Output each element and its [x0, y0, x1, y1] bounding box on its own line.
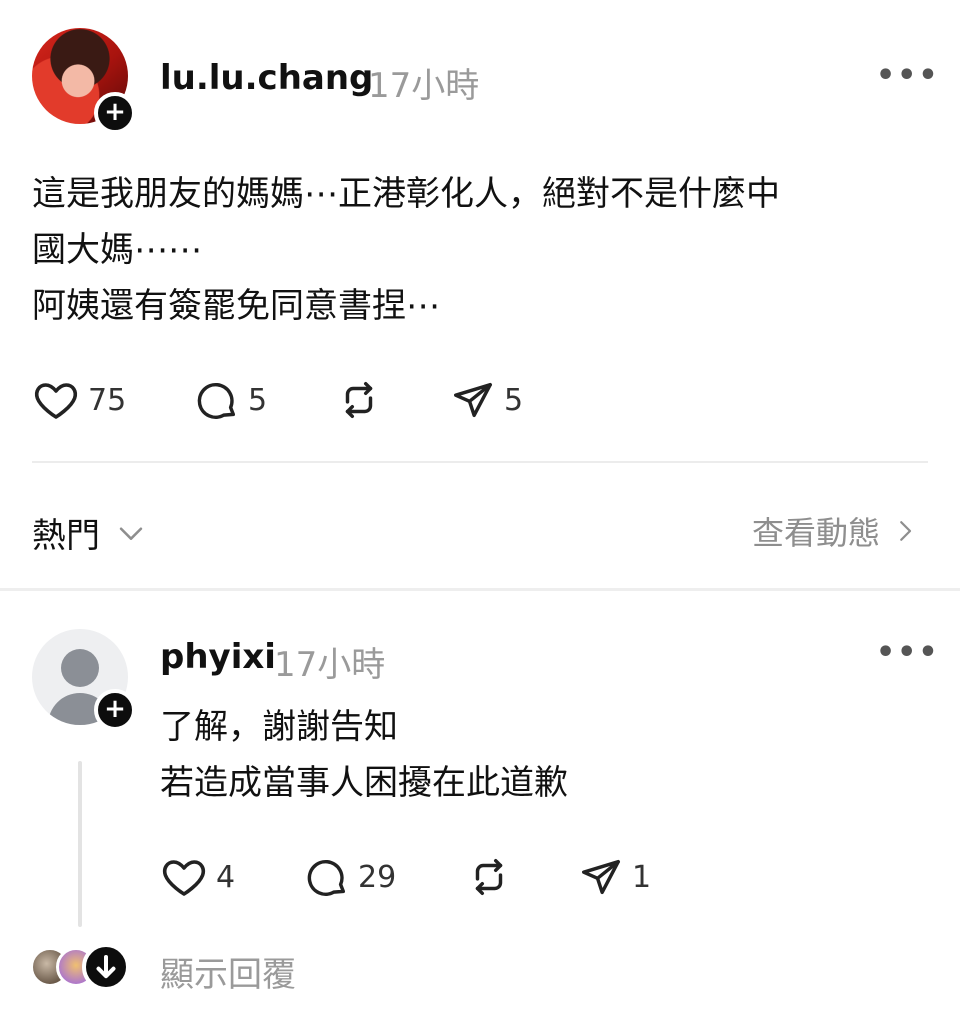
reply-avatar-wrap[interactable]: + [32, 629, 136, 731]
like-button[interactable]: 4 [160, 853, 304, 901]
view-activity-link[interactable]: 查看動態 [752, 508, 920, 554]
sort-dropdown[interactable]: 熱門 [32, 508, 148, 557]
divider [32, 461, 928, 463]
post-avatar-wrap[interactable]: + [32, 28, 136, 134]
reply-text-line: 了解，謝謝告知 [160, 707, 398, 747]
share-button[interactable]: 1 [578, 854, 688, 900]
comment-button[interactable]: 5 [194, 377, 336, 423]
like-button[interactable]: 75 [32, 376, 194, 424]
sort-bar: 熱門 查看動態 [0, 500, 960, 560]
like-count: 4 [216, 859, 236, 895]
main-post: + lu.lu.chang 17小時 ••• 這是我朋友的媽媽⋯正港彰化人，絕對… [0, 0, 960, 588]
post-username[interactable]: lu.lu.chang [160, 58, 373, 98]
more-dots-icon[interactable]: ••• [876, 635, 940, 670]
send-icon [450, 377, 496, 423]
reply-text-line: 若造成當事人困擾在此道歉 [160, 763, 568, 803]
post-action-bar: 75 5 5 [32, 376, 570, 424]
like-count: 75 [88, 382, 127, 418]
repost-button[interactable] [466, 854, 578, 900]
reply-timestamp: 17小時 [274, 645, 386, 685]
arrow-down-icon[interactable] [82, 943, 130, 991]
view-activity-label: 查看動態 [751, 514, 880, 552]
show-replies-link[interactable]: 顯示回覆 [160, 947, 296, 996]
reply-username[interactable]: phyixi [160, 637, 276, 677]
reply-post: + phyixi 17小時 ••• 了解，謝謝告知 若造成當事人困擾在此道歉 4… [0, 591, 960, 1024]
repost-icon [466, 854, 512, 900]
chevron-down-icon [114, 516, 148, 550]
send-icon [578, 854, 624, 900]
reply-action-bar: 4 29 1 [160, 853, 688, 901]
speech-bubble-icon [304, 854, 350, 900]
post-text-line: 這是我朋友的媽媽⋯正港彰化人，絕對不是什麼中 [32, 174, 780, 214]
replier-avatar-stack[interactable] [30, 943, 130, 991]
reply-body: 了解，謝謝告知 若造成當事人困擾在此道歉 [160, 699, 568, 811]
repost-button[interactable] [336, 377, 450, 423]
chevron-right-icon [890, 516, 920, 546]
thread-line [78, 761, 82, 927]
post-timestamp: 17小時 [368, 66, 480, 106]
speech-bubble-icon [194, 377, 240, 423]
share-count: 5 [504, 382, 524, 418]
heart-icon [160, 853, 208, 901]
comment-button[interactable]: 29 [304, 854, 466, 900]
sort-label: 熱門 [32, 516, 100, 556]
repost-icon [336, 377, 382, 423]
comment-count: 29 [358, 859, 397, 895]
heart-icon [32, 376, 80, 424]
share-count: 1 [632, 859, 652, 895]
share-button[interactable]: 5 [450, 377, 570, 423]
default-avatar-head [61, 649, 99, 687]
post-body: 這是我朋友的媽媽⋯正港彰化人，絕對不是什麼中 國大媽⋯⋯ 阿姨還有簽罷免同意書捏… [32, 166, 780, 334]
follow-button[interactable]: + [94, 92, 136, 134]
comment-count: 5 [248, 382, 268, 418]
more-dots-icon[interactable]: ••• [876, 58, 940, 93]
post-text-line: 國大媽⋯⋯ [32, 230, 202, 270]
follow-button[interactable]: + [94, 689, 136, 731]
post-text-line: 阿姨還有簽罷免同意書捏⋯ [32, 286, 440, 326]
